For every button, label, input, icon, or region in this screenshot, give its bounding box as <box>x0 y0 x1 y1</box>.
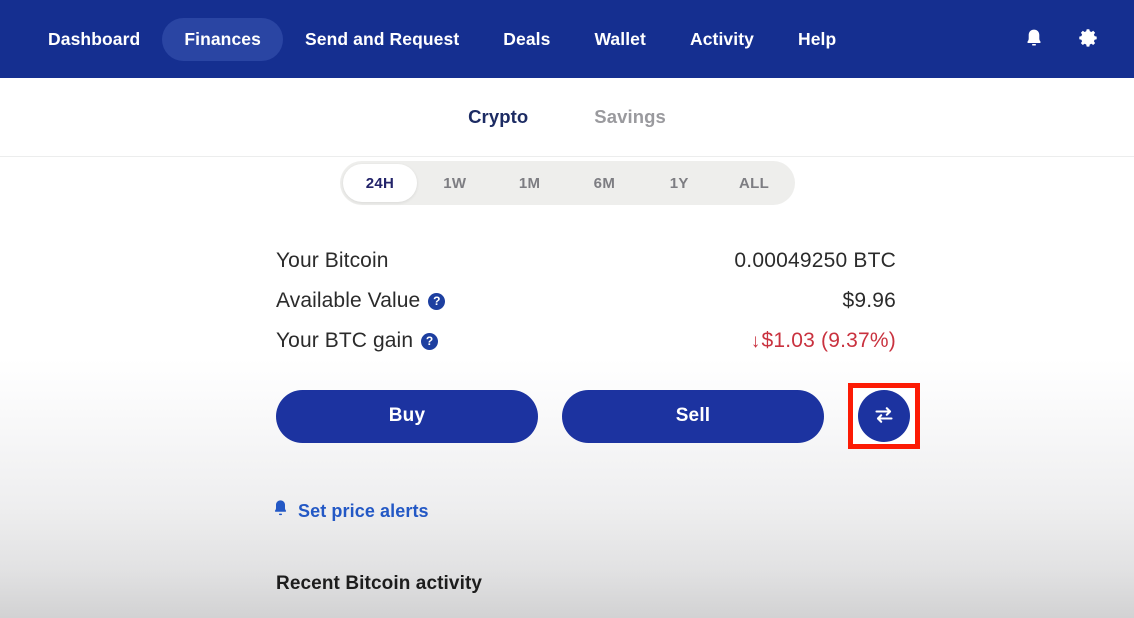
range-option-24h[interactable]: 24H <box>342 164 418 202</box>
stat-value-your-bitcoin: 0.00049250 BTC <box>734 249 896 272</box>
swap-button-holder <box>848 383 920 449</box>
arrow-down-icon: ↓ <box>750 330 761 352</box>
time-range-wrap: 24H 1W 1M 6M 1Y ALL <box>0 161 1134 205</box>
bell-icon[interactable] <box>1022 27 1046 51</box>
stat-label-btc-gain: Your BTC gain ? <box>276 329 439 353</box>
set-price-alerts-link[interactable]: Set price alerts <box>272 499 429 523</box>
buy-button[interactable]: Buy <box>276 389 538 443</box>
nav-item-send-and-request[interactable]: Send and Request <box>283 18 481 61</box>
stat-label-text: Your Bitcoin <box>276 249 389 272</box>
stat-label-text: Your BTC gain <box>276 329 414 352</box>
set-price-alerts-label: Set price alerts <box>298 500 429 521</box>
nav-item-help[interactable]: Help <box>776 18 858 61</box>
range-option-1m[interactable]: 1M <box>492 164 567 202</box>
crypto-stats: Your Bitcoin 0.00049250 BTC Available Va… <box>276 241 896 361</box>
swap-button[interactable] <box>858 390 910 442</box>
nav-items: Dashboard Finances Send and Request Deal… <box>26 17 858 61</box>
stat-row-btc-gain: Your BTC gain ? ↓ $1.03 (9.37%) <box>276 321 896 361</box>
stat-row-your-bitcoin: Your Bitcoin 0.00049250 BTC <box>276 241 896 281</box>
recent-activity-heading: Recent Bitcoin activity <box>276 573 483 594</box>
top-navbar: Dashboard Finances Send and Request Deal… <box>0 0 1134 78</box>
help-circle-icon[interactable]: ? <box>428 292 446 310</box>
range-option-1y[interactable]: 1Y <box>642 164 717 202</box>
exchange-arrows-icon <box>871 402 897 431</box>
stat-label-your-bitcoin: Your Bitcoin <box>276 249 389 273</box>
range-option-all[interactable]: ALL <box>717 164 792 202</box>
section-tabs: Crypto Savings <box>0 78 1134 157</box>
sell-button[interactable]: Sell <box>562 389 824 443</box>
tab-crypto[interactable]: Crypto <box>468 106 528 128</box>
time-range-selector: 24H 1W 1M 6M 1Y ALL <box>339 161 795 205</box>
nav-item-dashboard[interactable]: Dashboard <box>26 18 162 61</box>
stat-label-available-value: Available Value ? <box>276 289 446 313</box>
nav-right-icons <box>1022 27 1112 51</box>
tab-savings[interactable]: Savings <box>594 106 666 128</box>
nav-item-deals[interactable]: Deals <box>481 18 572 61</box>
action-buttons: Buy Sell <box>276 383 1134 449</box>
stat-row-available-value: Available Value ? $9.96 <box>276 281 896 321</box>
nav-item-wallet[interactable]: Wallet <box>572 18 668 61</box>
gear-icon[interactable] <box>1076 27 1100 51</box>
stat-value-available-value: $9.96 <box>842 289 896 312</box>
range-option-6m[interactable]: 6M <box>567 164 642 202</box>
bell-icon <box>272 499 289 523</box>
range-option-1w[interactable]: 1W <box>417 164 492 202</box>
help-circle-icon[interactable]: ? <box>421 332 439 350</box>
stat-value-text: $1.03 (9.37%) <box>761 329 896 352</box>
stat-value-btc-gain: ↓ $1.03 (9.37%) <box>751 329 896 353</box>
stat-label-text: Available Value <box>276 289 421 312</box>
nav-item-activity[interactable]: Activity <box>668 18 776 61</box>
nav-item-finances[interactable]: Finances <box>162 17 283 61</box>
